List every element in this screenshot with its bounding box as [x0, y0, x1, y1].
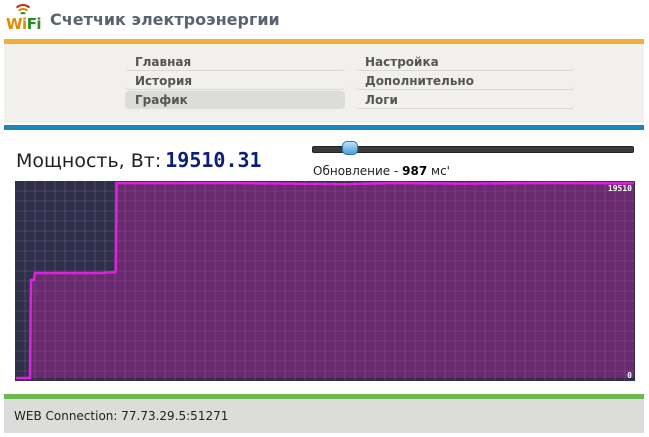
refresh-prefix: Обновление - [313, 164, 403, 178]
menu-item-chart[interactable]: График [125, 91, 345, 109]
section-divider [4, 125, 644, 130]
menu-item-additional[interactable]: Дополнительно [355, 72, 575, 90]
menu-item-logs[interactable]: Логи [355, 91, 575, 109]
refresh-unit: мс' [427, 164, 450, 178]
chart-ymax-label: 19510 [608, 184, 632, 193]
refresh-slider-handle[interactable] [342, 141, 359, 155]
menu-panel: Главная История График Настройка Дополни… [4, 39, 644, 123]
power-chart: 19510 0 [15, 181, 635, 381]
wifi-logo-icon: WiFi [6, 4, 42, 34]
footer: WEB Connection: 77.73.29.5:51271 [4, 394, 644, 433]
refresh-slider-track[interactable] [312, 146, 634, 153]
chart-ymin-label: 0 [627, 371, 632, 380]
menu-item-history[interactable]: История [125, 72, 345, 90]
page-title: Счетчик электроэнергии [50, 10, 280, 29]
connection-status: WEB Connection: 77.73.29.5:51271 [14, 409, 229, 423]
refresh-rate: Обновление - 987 мс' [313, 164, 450, 178]
power-value: 19510.31 [165, 148, 262, 172]
header: WiFi Счетчик электроэнергии [0, 0, 649, 40]
power-readout: Мощность, Вт: 19510.31 [16, 148, 262, 172]
refresh-value: 987 [402, 164, 428, 178]
menu-item-settings[interactable]: Настройка [355, 53, 575, 71]
power-chart-svg: 19510 0 [15, 181, 635, 381]
menu-item-home[interactable]: Главная [125, 53, 345, 71]
power-label: Мощность, Вт: [16, 150, 162, 172]
